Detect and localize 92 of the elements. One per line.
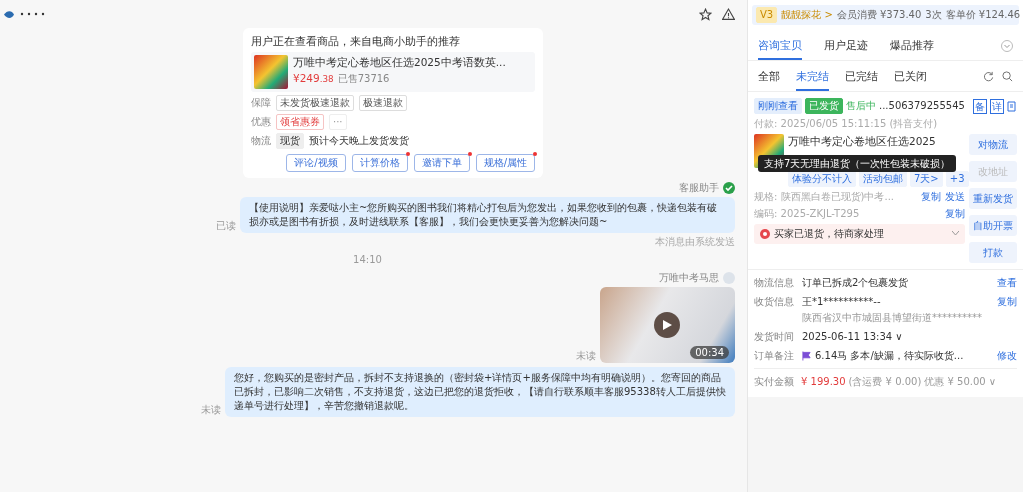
refund-alert[interactable]: 买家已退货，待商家处理 (754, 223, 965, 244)
read-status: 未读 (201, 402, 221, 417)
row-label: 物流 (251, 133, 271, 148)
play-icon[interactable] (654, 311, 680, 338)
service-tag: 极速退款 (359, 94, 407, 111)
coupon-tag[interactable]: ··· (329, 113, 347, 130)
warning-icon[interactable] (722, 7, 735, 21)
order-badge[interactable]: 详 (990, 98, 1004, 114)
filter-tab[interactable]: 全部 (758, 69, 780, 92)
payment-time: 付款: 2025/06/05 15:11:15 (抖音支付) (754, 117, 939, 132)
viewed-tag: 刚刚查看 (754, 98, 802, 115)
card-action-button[interactable]: 邀请下单 (413, 153, 470, 172)
info-label: 发货时间 (754, 330, 795, 345)
copy-link[interactable]: 复制 (945, 206, 965, 221)
info-link[interactable]: 修改 (997, 349, 1017, 364)
refresh-icon[interactable] (983, 71, 994, 83)
check-icon (723, 181, 735, 194)
coupon-tag[interactable]: 领省惠券 (276, 113, 324, 130)
read-status: 已读 (216, 218, 236, 233)
row-label: 保障 (251, 95, 271, 110)
card-action-button[interactable]: 规格/属性 (475, 153, 535, 172)
filter-tab[interactable]: 已完结 (845, 69, 878, 92)
book-cover (254, 54, 288, 89)
after-sale-status: 售后中 (846, 99, 876, 114)
filter-tab[interactable]: 已关闭 (894, 69, 927, 92)
tab[interactable]: 咨询宝贝 (758, 38, 802, 61)
chevron-icon[interactable] (952, 231, 959, 237)
message-bubble: 您好，您购买的是密封产品，拆封不支持退换的（密封袋+详情页+服务保障中均有明确说明）。您寄回的商品已拆封，已影响二次销售，不支持退货，这边已把您的退货拒收，【请自行联系顺丰客服95338转人工后提供快递单号进行处理】，辛苦您撤销退款呢。 (225, 366, 735, 417)
card-action-button[interactable]: 计算价格 (351, 153, 408, 172)
order-number: ...506379255545 (879, 99, 965, 114)
info-value: 王*1**********-- (802, 295, 881, 310)
product-row[interactable]: 万唯中考定心卷地区任选2025中考语数英... ¥249.38 已售73716 (251, 51, 535, 92)
filter-tab[interactable]: 未完结 (796, 69, 829, 92)
order-action-button[interactable]: 自助开票 (969, 215, 1017, 237)
discount-text: 优惠 ¥ 50.00 ∨ (924, 375, 997, 390)
product-title: 万唯中考定心卷地区任选2025 (788, 134, 937, 149)
video-thumbnail[interactable]: 00:34 (600, 286, 735, 363)
tab[interactable]: 用户足迹 (824, 38, 868, 61)
card-title: 用户正在查看商品，来自电商小助手的推荐 (251, 34, 461, 49)
info-label: 收货信息 (754, 295, 795, 310)
address-text: 陕西省汉中市城固县博望街道********** (802, 311, 982, 326)
freight-text: (含运费 ¥ 0.00) (848, 375, 922, 390)
info-link[interactable]: 复制 (997, 295, 1017, 310)
message-bubble: 【使用说明】亲爱哒小主~您所购买的图书我们将精心打包后为您发出，如果您收到的包裹，快递包装有破损亦或是图书有折损，及时进线联系【客服】，我们会更快更妥善为您解决问题~ (240, 196, 735, 233)
copy-link[interactable]: 复制 (921, 189, 941, 204)
time-label: 14:10 (353, 252, 382, 267)
document-icon[interactable] (1007, 100, 1017, 112)
member-bar[interactable]: V3 靓靓探花 > 会员消费 ¥373.40 3次 客单价 ¥124.46 (752, 5, 1019, 25)
dots-icon (19, 12, 45, 16)
order-action-button[interactable]: 重新发货 (969, 188, 1017, 210)
star-icon[interactable] (699, 7, 712, 21)
order-action-button[interactable]: 打款 (969, 242, 1017, 264)
product-price: ¥249.38 (293, 71, 334, 87)
read-status: 未读 (576, 348, 596, 363)
tooltip: 支持7天无理由退货（一次性包装未破损） (758, 155, 957, 173)
product-name: 万唯中考定心卷地区任选2025中考语数英... (293, 54, 506, 70)
service-tag: 未发货极速退款 (276, 94, 354, 111)
tab[interactable]: 爆品推荐 (890, 38, 934, 61)
product-tag[interactable]: +3 (945, 170, 969, 187)
spec-text: 规格: 陕西黑白卷已现货)中考... (754, 189, 894, 204)
info-value: 2025-06-11 13:34 ∨ (802, 330, 903, 345)
paid-amount: ¥ 199.30 (801, 375, 846, 390)
card-action-button[interactable]: 评论/视频 (286, 153, 346, 172)
info-value: 6.14马 多本/缺漏，待实际收货... (815, 349, 964, 364)
avatar (723, 271, 735, 284)
row-label: 优惠 (251, 114, 271, 129)
order-action-button[interactable]: 对物流 (969, 134, 1017, 156)
send-link[interactable]: 发送 (945, 189, 965, 204)
info-link[interactable]: 查看 (997, 276, 1017, 291)
alert-icon (760, 228, 770, 239)
sold-count: 已售73716 (337, 71, 390, 86)
info-label: 实付金额 (754, 375, 795, 390)
alert-text: 买家已退货，待商家处理 (774, 226, 884, 241)
order-count: 3次 (925, 8, 942, 22)
search-icon[interactable] (1002, 71, 1013, 83)
vip-badge: V3 (756, 7, 778, 23)
shipping-text: 预计今天晚上发货发货 (309, 133, 409, 148)
fish-icon (4, 9, 16, 19)
member-spend: 会员消费 ¥373.40 (836, 8, 922, 22)
sender-name: 客服助手 (679, 180, 719, 195)
stock-tag: 现货 (276, 132, 304, 149)
info-value: 订单已拆成2个包裹发货 (802, 276, 909, 291)
info-label: 物流信息 (754, 276, 795, 291)
info-label: 订单备注 (754, 349, 795, 364)
member-name: 靓靓探花 > (781, 8, 833, 22)
status-tag: 已发货 (805, 98, 843, 115)
sender-name: 万唯中考马思 (659, 270, 719, 285)
video-duration: 00:34 (690, 345, 729, 359)
code-text: 编码: 2025-ZKJL-T295 (754, 206, 860, 221)
order-badge[interactable]: 备 (973, 98, 987, 114)
average-order: 客单价 ¥124.46 (945, 8, 1021, 22)
system-note: 本消息由系统发送 (655, 234, 735, 249)
